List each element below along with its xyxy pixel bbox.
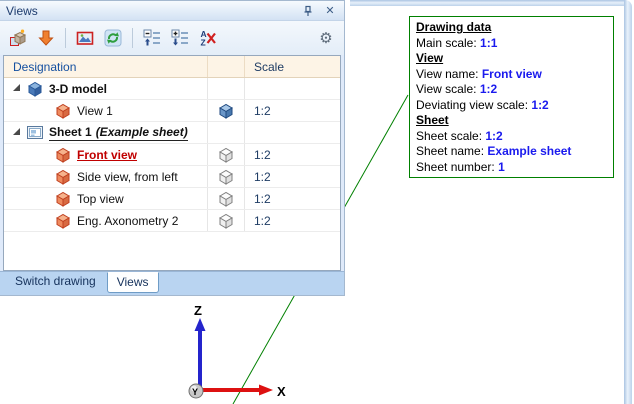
app-canvas: Views ✕ A Z ⚙ Designation Scale 3-D mode… [0, 0, 634, 404]
svg-text:Z: Z [201, 38, 206, 48]
z-axis-label: Z [194, 303, 202, 318]
annotation-line: Main scale: 1:1 [416, 35, 498, 50]
empty-grid-area [4, 232, 340, 270]
panel-title: Views [6, 3, 38, 18]
view-label: Side view, from left [77, 169, 178, 184]
toolbar-separator [65, 28, 66, 48]
annotation-line: View name: Front view [416, 66, 542, 81]
window-border-top [350, 0, 626, 6]
picture-icon [76, 31, 94, 45]
marker-cube-outline-icon [219, 169, 233, 185]
sheet-icon [27, 126, 43, 139]
marker-cube-outline-icon [219, 147, 233, 163]
drawing-data-annotation: Drawing data Main scale: 1:1 View View n… [409, 16, 614, 178]
table-header-row: Designation Scale [4, 56, 340, 78]
refresh-views-button[interactable] [101, 26, 125, 50]
x-axis-label: X [277, 384, 286, 399]
marker-cube-outline-icon [219, 191, 233, 207]
annotation-line: View [416, 51, 444, 65]
pin-icon[interactable] [300, 4, 316, 18]
annotation-line: Sheet name: Example sheet [416, 144, 572, 158]
sorting-off-icon: A Z [201, 29, 216, 48]
tab-switch-drawing[interactable]: Switch drawing [6, 272, 105, 291]
marker-cube-blue-icon [219, 103, 233, 119]
view-properties-button[interactable] [73, 26, 97, 50]
expand-all-icon [171, 29, 188, 46]
scale-value: 1:2 [244, 210, 340, 231]
tree-row-side-view[interactable]: Side view, from left 1:2 [4, 166, 340, 188]
tree-row-axonometry[interactable]: Eng. Axonometry 2 1:2 [4, 210, 340, 232]
y-axis-label: Y [192, 387, 198, 397]
view-cube-orange-icon [56, 191, 70, 207]
toolbar-separator [132, 28, 133, 48]
expander-icon[interactable] [13, 128, 20, 135]
views-tree-table: Designation Scale 3-D model View 1 1:2 S… [3, 55, 341, 271]
scale-value: 1:2 [244, 166, 340, 187]
expander-icon[interactable] [13, 84, 20, 91]
annotation-title: Drawing data [416, 20, 492, 34]
tree-group-sheet-1[interactable]: Sheet 1 (Example sheet) [4, 122, 340, 144]
annotation-line: View scale: 1:2 [416, 82, 498, 96]
model-cube-blue-icon [28, 81, 42, 97]
insert-view-button[interactable] [34, 26, 58, 50]
view-cube-orange-icon [56, 169, 70, 185]
marker-cube-outline-icon [219, 213, 233, 229]
collapse-all-button[interactable] [140, 26, 164, 50]
z-axis-arrow [194, 318, 206, 331]
panel-titlebar[interactable]: Views ✕ [0, 1, 344, 21]
refresh-icon [104, 29, 122, 47]
scale-value: 1:2 [244, 188, 340, 209]
coordinate-axes: Z Y X [188, 303, 286, 399]
settings-gear-icon[interactable]: ⚙ [314, 26, 338, 50]
tree-group-3d-model[interactable]: 3-D model [4, 78, 340, 100]
view-label: Top view [77, 191, 124, 206]
column-header-scale[interactable]: Scale [244, 56, 340, 77]
create-view-button[interactable] [6, 26, 30, 50]
close-icon[interactable]: ✕ [322, 4, 338, 18]
create-view-icon [10, 29, 27, 46]
collapse-all-icon [143, 29, 160, 46]
view-cube-orange-icon [56, 213, 70, 229]
tree-row-front-view[interactable]: Front view 1:2 [4, 144, 340, 166]
column-header-designation[interactable]: Designation [4, 56, 207, 77]
views-panel: Views ✕ A Z ⚙ Designation Scale 3-D mode… [0, 0, 345, 296]
view-cube-orange-icon [56, 147, 70, 163]
tree-row-top-view[interactable]: Top view 1:2 [4, 188, 340, 210]
view-label: View 1 [77, 103, 113, 118]
group-label: 3-D model [49, 81, 108, 96]
tree-row-view-1[interactable]: View 1 1:2 [4, 100, 340, 122]
annotation-line: Sheet [416, 113, 449, 127]
scale-value: 1:2 [244, 144, 340, 165]
x-axis-arrow [259, 384, 273, 396]
view-cube-orange-icon [56, 103, 70, 119]
sheet-label: Sheet 1 (Example sheet) [49, 124, 188, 141]
tab-views[interactable]: Views [106, 272, 159, 293]
panel-toolbar: A Z ⚙ [0, 21, 344, 55]
annotation-line: Sheet scale: 1:2 [416, 128, 503, 143]
annotation-line: Sheet number: 1 [416, 159, 505, 174]
column-header-marker[interactable] [207, 56, 244, 77]
down-arrow-icon [38, 30, 54, 46]
current-view-label: Front view [77, 147, 138, 162]
window-border-right[interactable] [624, 0, 632, 404]
sorting-off-button[interactable]: A Z [196, 26, 220, 50]
expand-all-button[interactable] [168, 26, 192, 50]
annotation-line: Deviating view scale: 1:2 [416, 97, 549, 112]
panel-tabbar: Switch drawing Views [0, 271, 344, 295]
scale-value: 1:2 [244, 100, 340, 121]
view-label: Eng. Axonometry 2 [77, 213, 179, 228]
